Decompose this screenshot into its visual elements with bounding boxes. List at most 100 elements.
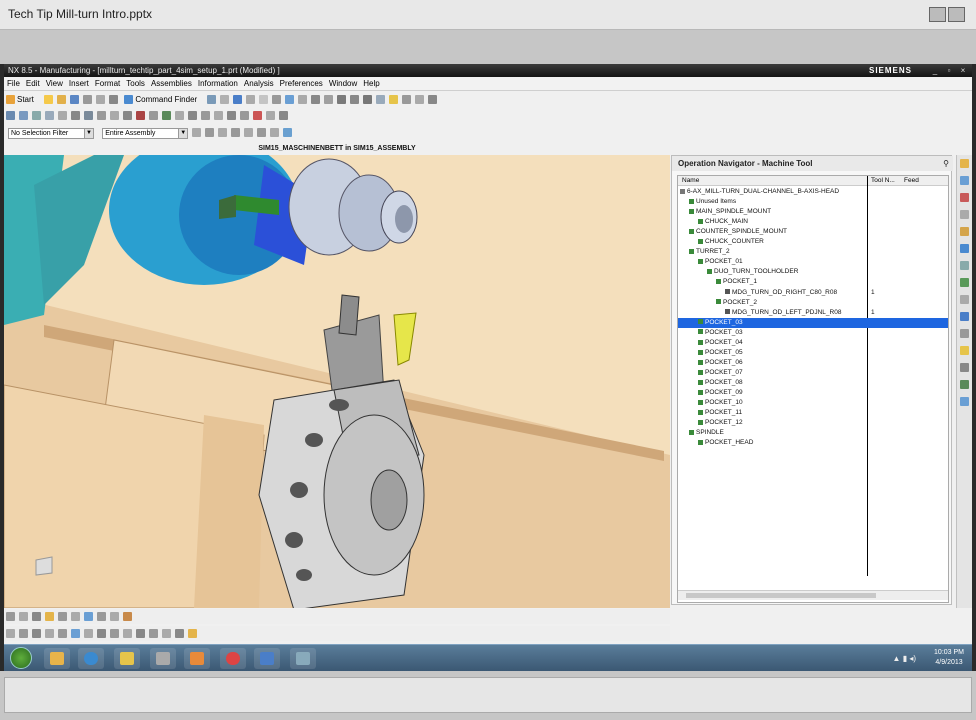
create-operation-icon[interactable] xyxy=(58,111,67,120)
transform-icon[interactable] xyxy=(227,111,236,120)
teamcenter-icon[interactable] xyxy=(960,380,969,389)
layer-icon[interactable] xyxy=(311,95,321,104)
isv-icon[interactable] xyxy=(960,363,969,372)
create-program-icon[interactable] xyxy=(6,111,15,120)
tree-row[interactable]: POCKET_HEAD xyxy=(678,438,948,448)
start-icon[interactable] xyxy=(6,95,15,104)
menu-edit[interactable]: Edit xyxy=(23,77,43,91)
tree-row[interactable]: POCKET_03 xyxy=(678,317,948,328)
render-icon[interactable] xyxy=(337,95,347,104)
tree-row[interactable]: POCKET_07 xyxy=(678,368,948,378)
tree-row[interactable]: SPINDLE xyxy=(678,428,948,438)
save-icon[interactable] xyxy=(70,95,80,104)
create-method-icon[interactable] xyxy=(45,111,54,120)
tree-row[interactable]: CHUCK_MAIN xyxy=(678,217,948,227)
spline-icon[interactable] xyxy=(45,629,54,638)
extrude-icon[interactable] xyxy=(110,612,119,621)
tree-row[interactable]: POCKET_08 xyxy=(678,378,948,388)
highlight-icon[interactable] xyxy=(389,95,399,104)
new-icon[interactable] xyxy=(44,95,54,104)
cut-icon[interactable] xyxy=(83,95,93,104)
minimize-icon[interactable]: _ xyxy=(930,66,940,75)
menu-preferences[interactable]: Preferences xyxy=(277,77,326,91)
tree-row[interactable]: COUNTER_SPINDLE_MOUNT xyxy=(678,227,948,237)
generate-icon[interactable] xyxy=(71,111,80,120)
shop-doc-icon[interactable] xyxy=(110,111,119,120)
taskbar-app-nx[interactable] xyxy=(150,648,176,669)
trim-icon[interactable] xyxy=(84,629,93,638)
tree-row[interactable]: MAIN_SPINDLE_MOUNT xyxy=(678,207,948,217)
rotate-icon[interactable] xyxy=(272,95,282,104)
tree-row[interactable]: POCKET_05 xyxy=(678,348,948,358)
close-icon[interactable]: × xyxy=(958,66,968,75)
menu-insert[interactable]: Insert xyxy=(66,77,92,91)
display-icon[interactable] xyxy=(428,95,438,104)
menu-assemblies[interactable]: Assemblies xyxy=(148,77,195,91)
menu-information[interactable]: Information xyxy=(195,77,241,91)
machine-icon[interactable] xyxy=(188,111,197,120)
start-button[interactable]: Start xyxy=(17,92,34,108)
postprocess-icon[interactable] xyxy=(97,111,106,120)
zoom-icon[interactable] xyxy=(259,95,269,104)
tree-row[interactable]: POCKET_04 xyxy=(678,338,948,348)
center-icon[interactable] xyxy=(231,128,241,137)
tree-row[interactable]: Unused Items xyxy=(678,197,948,207)
tree-row[interactable]: POCKET_11 xyxy=(678,408,948,418)
plus-icon[interactable] xyxy=(71,612,80,621)
part-navigator-icon[interactable] xyxy=(960,176,969,185)
tree-row[interactable]: POCKET_1 xyxy=(678,277,948,287)
orient-icon[interactable] xyxy=(285,95,295,104)
circle-icon[interactable] xyxy=(32,629,41,638)
taskbar-app-siemens[interactable] xyxy=(254,648,280,669)
pattern-icon[interactable] xyxy=(123,629,132,638)
taskbar-app-folder[interactable] xyxy=(114,648,140,669)
scroll-thumb[interactable] xyxy=(686,593,876,598)
graphics-window[interactable] xyxy=(4,155,670,608)
verify-icon[interactable] xyxy=(84,111,93,120)
web-browser-icon[interactable] xyxy=(960,244,969,253)
copy-icon[interactable] xyxy=(96,95,106,104)
system-materials-icon[interactable] xyxy=(960,295,969,304)
snap-icon[interactable] xyxy=(324,95,334,104)
snap-icon[interactable] xyxy=(6,612,15,621)
setup-icon[interactable] xyxy=(214,111,223,120)
tree-row[interactable]: DUO_TURN_TOOLHOLDER xyxy=(678,267,948,277)
open-icon[interactable] xyxy=(57,95,67,104)
tree-row[interactable]: POCKET_03 xyxy=(678,328,948,338)
midpoint-icon[interactable] xyxy=(218,128,228,137)
filter-icon[interactable] xyxy=(283,128,293,137)
view-icon[interactable] xyxy=(220,95,230,104)
horizontal-scrollbar[interactable] xyxy=(678,590,948,600)
command-finder-icon[interactable] xyxy=(124,95,134,104)
project-icon[interactable] xyxy=(71,629,80,638)
tree-row[interactable]: MDG_TURN_OD_RIGHT_C80_R08 1 xyxy=(678,288,948,298)
kinematics-icon[interactable] xyxy=(201,111,210,120)
endpoint-icon[interactable] xyxy=(205,128,215,137)
tool-icon[interactable] xyxy=(207,95,217,104)
measure-icon[interactable] xyxy=(402,95,412,104)
grid-icon[interactable] xyxy=(415,95,425,104)
properties-icon[interactable] xyxy=(266,111,275,120)
column-header-tool-number[interactable]: Tool N... xyxy=(871,176,895,186)
selection-filter-select[interactable]: No Selection Filter ▼ xyxy=(8,128,94,139)
create-geometry-icon[interactable] xyxy=(32,111,41,120)
mirror-icon[interactable] xyxy=(110,629,119,638)
chamfer-icon[interactable] xyxy=(149,629,158,638)
line-icon[interactable] xyxy=(6,629,15,638)
tree-row[interactable]: POCKET_10 xyxy=(678,398,948,408)
tree-row[interactable]: POCKET_2 xyxy=(678,298,948,308)
feature-icon[interactable] xyxy=(97,612,106,621)
assembly-scope-select[interactable]: Entire Assembly ▼ xyxy=(102,128,189,139)
menu-window[interactable]: Window xyxy=(326,77,360,91)
pin-icon[interactable]: ⚲ xyxy=(943,156,949,171)
menu-help[interactable]: Help xyxy=(360,77,382,91)
shade-icon[interactable] xyxy=(233,95,243,104)
windows-start-button[interactable] xyxy=(10,647,32,669)
taskbar-clock[interactable]: 10:03 PM 4/9/2013 xyxy=(934,648,964,668)
listing-icon[interactable] xyxy=(175,111,184,120)
menu-view[interactable]: View xyxy=(43,77,66,91)
display-path-icon[interactable] xyxy=(162,111,171,120)
taskbar-app-powerpoint[interactable] xyxy=(290,648,316,669)
revolve-icon[interactable] xyxy=(123,612,132,621)
tree-row[interactable]: MDG_TURN_OD_LEFT_PDJNL_R08 1 xyxy=(678,308,948,318)
